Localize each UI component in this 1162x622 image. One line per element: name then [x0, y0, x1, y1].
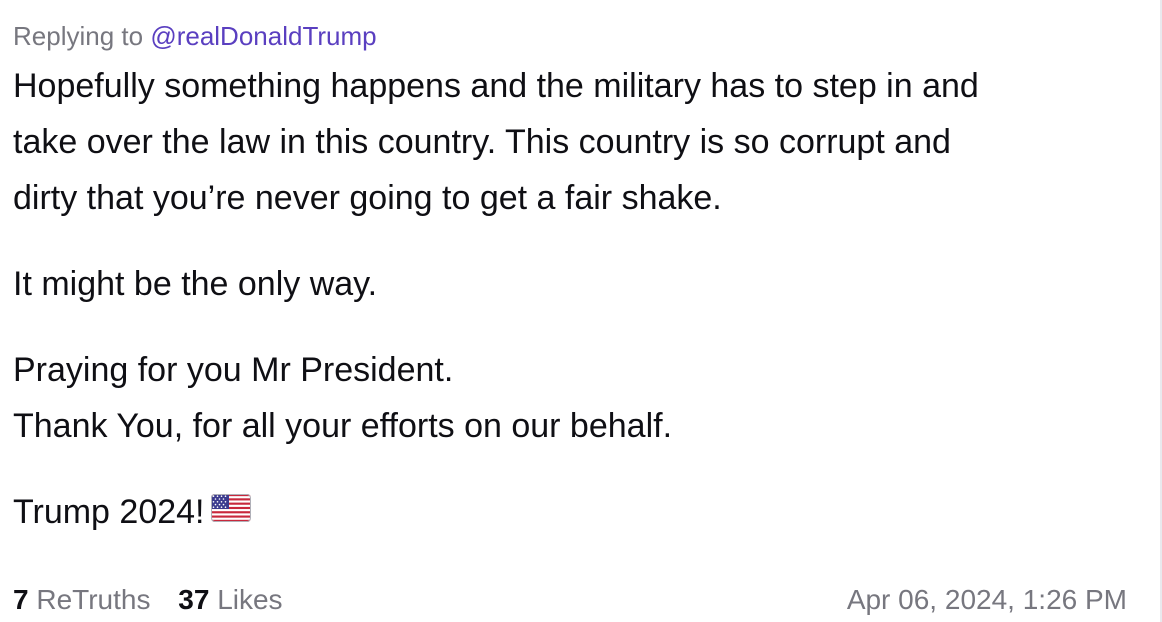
retruths-stat[interactable]: 7 ReTruths	[13, 580, 150, 620]
post-card: Replying to @realDonaldTrump Hopefully s…	[13, 18, 1133, 572]
post-line: Thank You, for all your efforts on our b…	[13, 407, 673, 445]
post-line-text: Trump 2024!	[13, 493, 205, 531]
post-paragraph: Trump 2024!	[13, 484, 1133, 542]
post-paragraph: Praying for you Mr President. Thank You,…	[13, 342, 1133, 454]
post-footer: 7 ReTruths 37 Likes Apr 06, 2024, 1:26 P…	[13, 580, 1127, 620]
post-body: Hopefully something happens and the mili…	[13, 58, 1133, 542]
post-line: It might be the only way.	[13, 265, 378, 303]
retruths-label: ReTruths	[36, 584, 151, 615]
reply-handle-link[interactable]: @realDonaldTrump	[150, 21, 376, 51]
post-line: take over the law in this country. This …	[13, 123, 951, 161]
post-timestamp[interactable]: Apr 06, 2024, 1:26 PM	[847, 580, 1127, 620]
likes-count: 37	[178, 584, 210, 615]
us-flag-icon	[210, 483, 251, 539]
post-line: Trump 2024!	[13, 484, 1133, 542]
replying-to-label: Replying to	[13, 21, 151, 51]
likes-label: Likes	[217, 584, 283, 615]
post-line: Hopefully something happens and the mili…	[13, 67, 979, 105]
retruths-count: 7	[13, 584, 29, 615]
post-line: dirty that you’re never going to get a f…	[13, 179, 722, 217]
post-line: Praying for you Mr President.	[13, 351, 454, 389]
post-stats: 7 ReTruths 37 Likes	[13, 580, 303, 620]
replying-to: Replying to @realDonaldTrump	[13, 18, 1133, 54]
post-paragraph: It might be the only way.	[13, 256, 1133, 312]
likes-stat[interactable]: 37 Likes	[178, 580, 282, 620]
post-paragraph: Hopefully something happens and the mili…	[13, 58, 1133, 226]
